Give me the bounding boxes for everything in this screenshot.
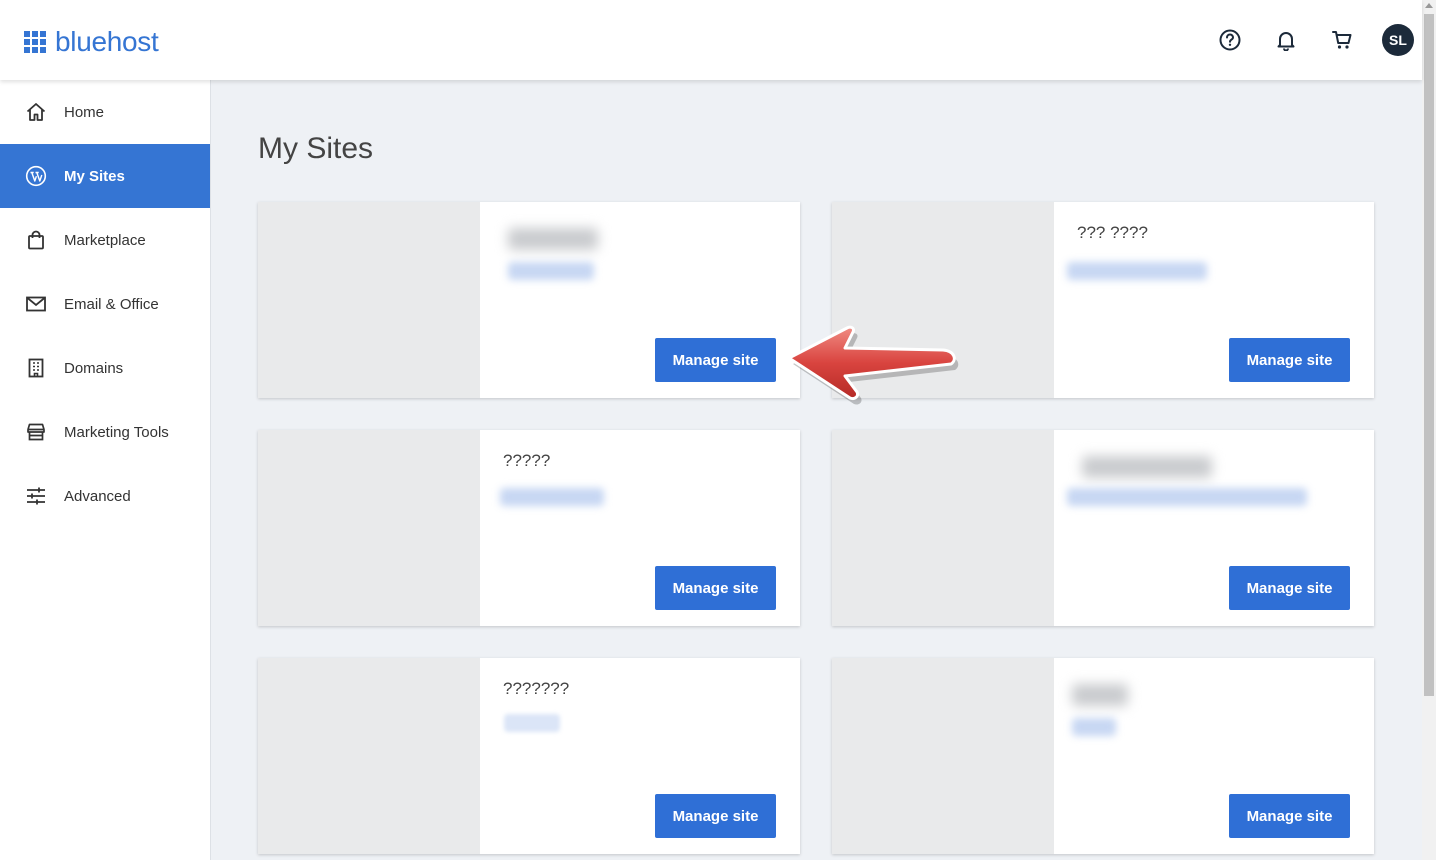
sidebar-item-home[interactable]: Home xyxy=(0,80,210,144)
site-url-redacted[interactable] xyxy=(1067,262,1207,280)
sidebar-item-email-office[interactable]: Email & Office xyxy=(0,272,210,336)
site-url-redacted[interactable] xyxy=(1067,488,1307,506)
page-title: My Sites xyxy=(258,132,374,165)
site-thumbnail xyxy=(258,202,480,398)
manage-site-button[interactable]: Manage site xyxy=(1229,566,1350,610)
sidebar-item-label: Home xyxy=(64,103,105,121)
sidebar-item-label: Marketplace xyxy=(64,231,146,249)
sidebar-item-advanced[interactable]: Advanced xyxy=(0,464,210,528)
scroll-up-icon[interactable] xyxy=(1425,3,1433,8)
site-card: ????? Manage site xyxy=(258,430,800,626)
site-url-redacted[interactable] xyxy=(508,262,594,280)
manage-site-button[interactable]: Manage site xyxy=(655,794,776,838)
sidebar-item-label: Marketing Tools xyxy=(64,423,169,441)
cart-icon[interactable] xyxy=(1326,24,1358,56)
sidebar-item-my-sites[interactable]: My Sites xyxy=(0,144,210,208)
site-card: ??????? Manage site xyxy=(258,658,800,854)
help-icon[interactable] xyxy=(1214,24,1246,56)
storefront-icon xyxy=(24,420,48,444)
top-header: bluehost SL xyxy=(0,0,1422,80)
site-card: Manage site xyxy=(832,658,1374,854)
site-thumbnail xyxy=(832,658,1054,854)
site-thumbnail xyxy=(258,658,480,854)
site-name-redacted xyxy=(1082,456,1212,478)
site-card: Manage site xyxy=(832,430,1374,626)
wordpress-icon xyxy=(24,164,48,188)
site-url-redacted[interactable] xyxy=(504,714,560,732)
manage-site-button[interactable]: Manage site xyxy=(655,338,776,382)
site-name: ??????? xyxy=(503,679,570,698)
sliders-icon xyxy=(24,484,48,508)
site-url-redacted[interactable] xyxy=(500,488,604,506)
site-name-redacted xyxy=(1072,684,1128,706)
bell-icon[interactable] xyxy=(1270,24,1302,56)
site-url-redacted[interactable] xyxy=(1072,718,1116,736)
sidebar-item-label: Email & Office xyxy=(64,295,159,313)
page-scrollbar[interactable] xyxy=(1422,0,1436,860)
sidebar-item-marketplace[interactable]: Marketplace xyxy=(0,208,210,272)
brand-name: bluehost xyxy=(55,26,159,57)
site-name: ????? xyxy=(503,451,551,470)
manage-site-button[interactable]: Manage site xyxy=(1229,794,1350,838)
site-thumbnail xyxy=(258,430,480,626)
site-thumbnail xyxy=(832,430,1054,626)
main-content: My Sites Manage site ??? ???? Manage sit… xyxy=(211,80,1422,860)
manage-site-button[interactable]: Manage site xyxy=(655,566,776,610)
sidebar-item-label: My Sites xyxy=(64,167,125,185)
bluehost-logo[interactable]: bluehost xyxy=(24,26,159,58)
envelope-icon xyxy=(24,292,48,316)
site-name: ??? ???? xyxy=(1077,223,1148,242)
scrollbar-thumb[interactable] xyxy=(1424,14,1434,696)
sidebar-item-label: Domains xyxy=(64,359,124,377)
header-actions: SL xyxy=(1190,24,1414,56)
shopping-bag-icon xyxy=(24,228,48,252)
home-icon xyxy=(24,100,48,124)
sidebar-item-label: Advanced xyxy=(64,487,131,505)
building-icon xyxy=(24,356,48,380)
site-name-redacted xyxy=(508,228,598,250)
logo-grid-icon xyxy=(24,31,46,53)
sidebar-nav: Home My Sites Marketplace Email & Office… xyxy=(0,80,211,860)
sidebar-item-domains[interactable]: Domains xyxy=(0,336,210,400)
site-card: Manage site xyxy=(258,202,800,398)
manage-site-button[interactable]: Manage site xyxy=(1229,338,1350,382)
user-avatar[interactable]: SL xyxy=(1382,24,1414,56)
sidebar-item-marketing-tools[interactable]: Marketing Tools xyxy=(0,400,210,464)
annotation-arrow-icon xyxy=(787,325,959,405)
